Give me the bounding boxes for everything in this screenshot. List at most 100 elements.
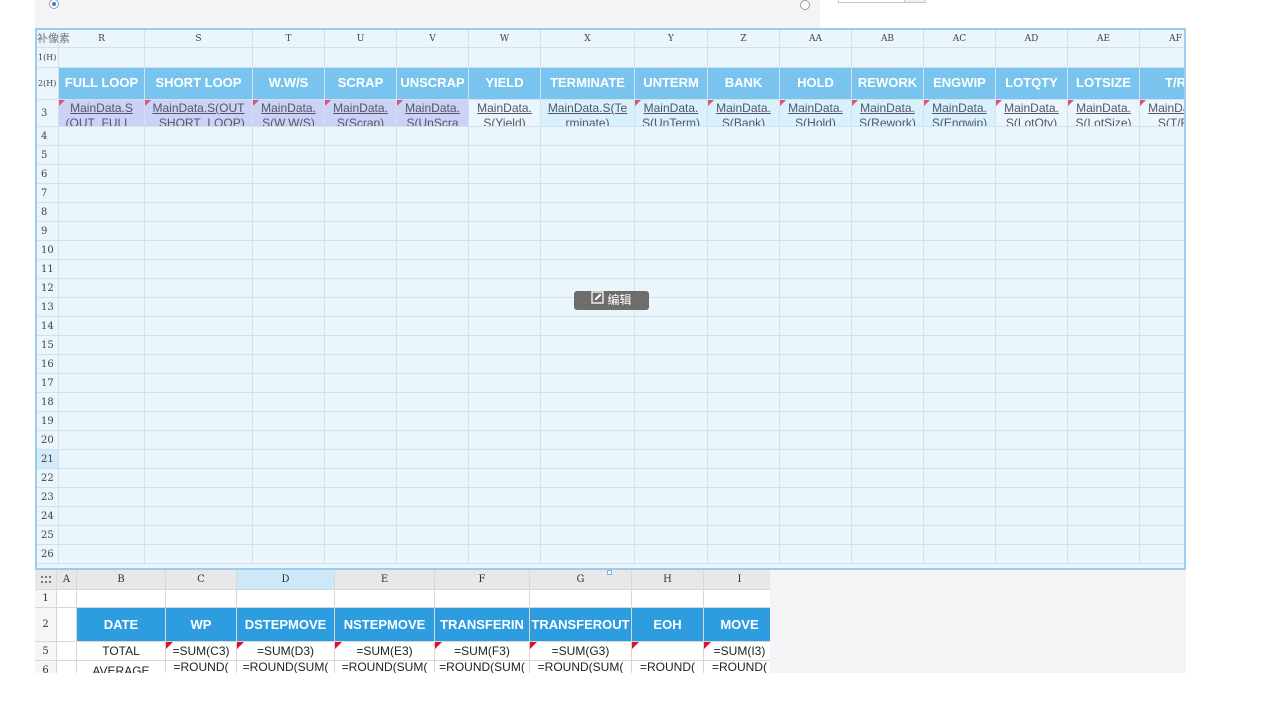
cell-row1[interactable] bbox=[852, 48, 924, 68]
row-header-14[interactable]: 14 bbox=[37, 317, 59, 336]
grid-cell[interactable] bbox=[325, 146, 397, 165]
grid-cell[interactable] bbox=[325, 203, 397, 222]
grid-cell[interactable] bbox=[59, 336, 145, 355]
grid-cell[interactable] bbox=[924, 545, 996, 564]
grid-cell[interactable] bbox=[924, 279, 996, 298]
grid-cell[interactable] bbox=[469, 279, 541, 298]
grid-cell[interactable] bbox=[1140, 260, 1184, 279]
grid-cell[interactable] bbox=[145, 374, 253, 393]
grid-cell[interactable] bbox=[852, 545, 924, 564]
grid-cell[interactable] bbox=[397, 545, 469, 564]
grid-cell[interactable] bbox=[397, 241, 469, 260]
header-cell[interactable]: W.W/S bbox=[253, 68, 325, 100]
grid-cell[interactable] bbox=[469, 165, 541, 184]
grid-cell[interactable] bbox=[996, 279, 1068, 298]
grid-cell[interactable] bbox=[253, 431, 325, 450]
col-header-AB[interactable]: AB bbox=[852, 30, 924, 48]
col-header-X[interactable]: X bbox=[541, 30, 635, 48]
grid-cell[interactable] bbox=[145, 355, 253, 374]
grid-cell[interactable] bbox=[325, 336, 397, 355]
grid-cell[interactable] bbox=[852, 450, 924, 469]
grid-cell[interactable] bbox=[852, 317, 924, 336]
grid-cell[interactable] bbox=[924, 127, 996, 146]
grid-cell[interactable] bbox=[145, 298, 253, 317]
grid-cell[interactable] bbox=[1140, 336, 1184, 355]
grid-cell[interactable] bbox=[852, 336, 924, 355]
grid-cell[interactable] bbox=[397, 450, 469, 469]
grid-cell[interactable] bbox=[924, 469, 996, 488]
data-cell[interactable]: MainData.S(Rework) bbox=[852, 100, 924, 127]
grid-cell[interactable] bbox=[541, 450, 635, 469]
grid-cell[interactable] bbox=[635, 488, 708, 507]
top-input[interactable] bbox=[838, 0, 906, 3]
grid-cell[interactable] bbox=[541, 127, 635, 146]
lower-header-cell[interactable]: TRANSFEROUT bbox=[530, 608, 632, 642]
grid-cell[interactable] bbox=[1140, 146, 1184, 165]
grid-cell[interactable] bbox=[780, 355, 852, 374]
grid-cell[interactable] bbox=[708, 165, 780, 184]
grid-cell[interactable] bbox=[780, 241, 852, 260]
grid-cell[interactable] bbox=[145, 469, 253, 488]
grid-cell[interactable] bbox=[708, 146, 780, 165]
grid-cell[interactable] bbox=[852, 146, 924, 165]
grid-cell[interactable] bbox=[708, 127, 780, 146]
grid-cell[interactable] bbox=[780, 374, 852, 393]
lower-cell[interactable] bbox=[57, 608, 77, 642]
grid-cell[interactable] bbox=[253, 298, 325, 317]
grid-cell[interactable] bbox=[1068, 184, 1140, 203]
grid-cell[interactable] bbox=[708, 393, 780, 412]
grid-cell[interactable] bbox=[1140, 469, 1184, 488]
grid-cell[interactable] bbox=[541, 374, 635, 393]
header-cell[interactable]: FULL LOOP bbox=[59, 68, 145, 100]
grid-cell[interactable] bbox=[469, 450, 541, 469]
grid-cell[interactable] bbox=[145, 336, 253, 355]
grid-cell[interactable] bbox=[469, 298, 541, 317]
grid-cell[interactable] bbox=[924, 336, 996, 355]
data-cell[interactable]: MainData.S(Yield) bbox=[469, 100, 541, 127]
grid-cell[interactable] bbox=[397, 393, 469, 412]
grid-cell[interactable] bbox=[635, 431, 708, 450]
grid-cell[interactable] bbox=[469, 393, 541, 412]
grid-cell[interactable] bbox=[469, 222, 541, 241]
grid-cell[interactable] bbox=[541, 412, 635, 431]
col-header-Y[interactable]: Y bbox=[635, 30, 708, 48]
col-header-W[interactable]: W bbox=[469, 30, 541, 48]
grid-cell[interactable] bbox=[1140, 184, 1184, 203]
grid-cell[interactable] bbox=[1140, 488, 1184, 507]
total-cell[interactable]: =SUM(C3) bbox=[166, 642, 237, 661]
grid-cell[interactable] bbox=[996, 184, 1068, 203]
grid-cell[interactable] bbox=[996, 545, 1068, 564]
lower-col-header-H[interactable]: H bbox=[632, 570, 704, 590]
grid-cell[interactable] bbox=[1140, 222, 1184, 241]
grid-cell[interactable] bbox=[325, 184, 397, 203]
grid-cell[interactable] bbox=[397, 526, 469, 545]
grid-cell[interactable] bbox=[708, 355, 780, 374]
grid-cell[interactable] bbox=[59, 393, 145, 412]
grid-cell[interactable] bbox=[708, 507, 780, 526]
row-header-4[interactable]: 4 bbox=[37, 127, 59, 146]
grid-cell[interactable] bbox=[635, 184, 708, 203]
data-cell[interactable]: MainData.S(OUT_SHORT_LOOP) bbox=[145, 100, 253, 127]
grid-cell[interactable] bbox=[1068, 127, 1140, 146]
grid-cell[interactable] bbox=[541, 469, 635, 488]
header-cell[interactable]: TERMINATE bbox=[541, 68, 635, 100]
grid-cell[interactable] bbox=[1068, 412, 1140, 431]
grid-cell[interactable] bbox=[1068, 526, 1140, 545]
grid-cell[interactable] bbox=[1068, 507, 1140, 526]
grid-cell[interactable] bbox=[635, 165, 708, 184]
row-header-9[interactable]: 9 bbox=[37, 222, 59, 241]
grid-cell[interactable] bbox=[469, 260, 541, 279]
grid-cell[interactable] bbox=[1140, 203, 1184, 222]
lower-col-header-B[interactable]: B bbox=[77, 570, 166, 590]
grid-cell[interactable] bbox=[145, 545, 253, 564]
total-cell[interactable]: =SUM(I3) bbox=[704, 642, 770, 661]
cell-row1[interactable] bbox=[1068, 48, 1140, 68]
row-header-20[interactable]: 20 bbox=[37, 431, 59, 450]
grid-cell[interactable] bbox=[145, 317, 253, 336]
grid-cell[interactable] bbox=[1068, 260, 1140, 279]
grid-cell[interactable] bbox=[924, 431, 996, 450]
data-cell[interactable]: MainData.S(Scrap) bbox=[325, 100, 397, 127]
radio-option-2[interactable] bbox=[800, 0, 810, 10]
grid-cell[interactable] bbox=[325, 450, 397, 469]
grid-cell[interactable] bbox=[780, 507, 852, 526]
